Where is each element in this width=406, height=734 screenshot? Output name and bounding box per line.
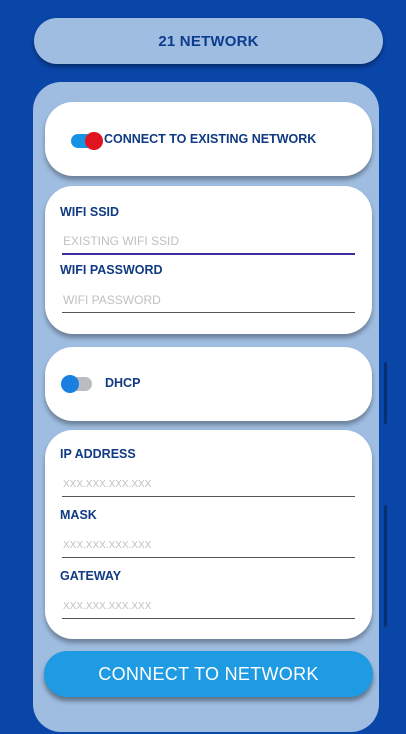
connect-to-network-button[interactable]: CONNECT TO NETWORK xyxy=(44,651,373,697)
ip-address-input[interactable] xyxy=(62,472,355,497)
toggle-knob xyxy=(85,132,103,150)
mask-label: MASK xyxy=(60,508,97,522)
header-title: 21 NETWORK xyxy=(158,32,259,50)
dhcp-card: DHCP xyxy=(45,347,372,421)
scrollbar[interactable] xyxy=(384,362,387,424)
wifi-credentials-card: WIFI SSID WIFI PASSWORD xyxy=(45,186,372,334)
toggle-knob xyxy=(61,375,79,393)
connect-existing-label: CONNECT TO EXISTING NETWORK xyxy=(104,132,317,146)
dhcp-label: DHCP xyxy=(105,376,141,390)
app-header: 21 NETWORK xyxy=(34,18,383,64)
gateway-label: GATEWAY xyxy=(60,569,122,583)
connect-existing-toggle[interactable] xyxy=(71,132,103,150)
dhcp-toggle[interactable] xyxy=(61,375,92,393)
ip-address-label: IP ADDRESS xyxy=(60,447,136,461)
gateway-input[interactable] xyxy=(62,594,355,619)
wifi-ssid-label: WIFI SSID xyxy=(60,205,120,219)
wifi-ssid-input[interactable] xyxy=(62,229,355,255)
ip-config-card: IP ADDRESS MASK GATEWAY xyxy=(45,430,372,639)
connect-existing-card: CONNECT TO EXISTING NETWORK xyxy=(45,102,372,176)
wifi-password-label: WIFI PASSWORD xyxy=(60,263,163,277)
wifi-password-input[interactable] xyxy=(62,288,355,313)
scrollbar[interactable] xyxy=(384,505,387,627)
mask-input[interactable] xyxy=(62,533,355,558)
